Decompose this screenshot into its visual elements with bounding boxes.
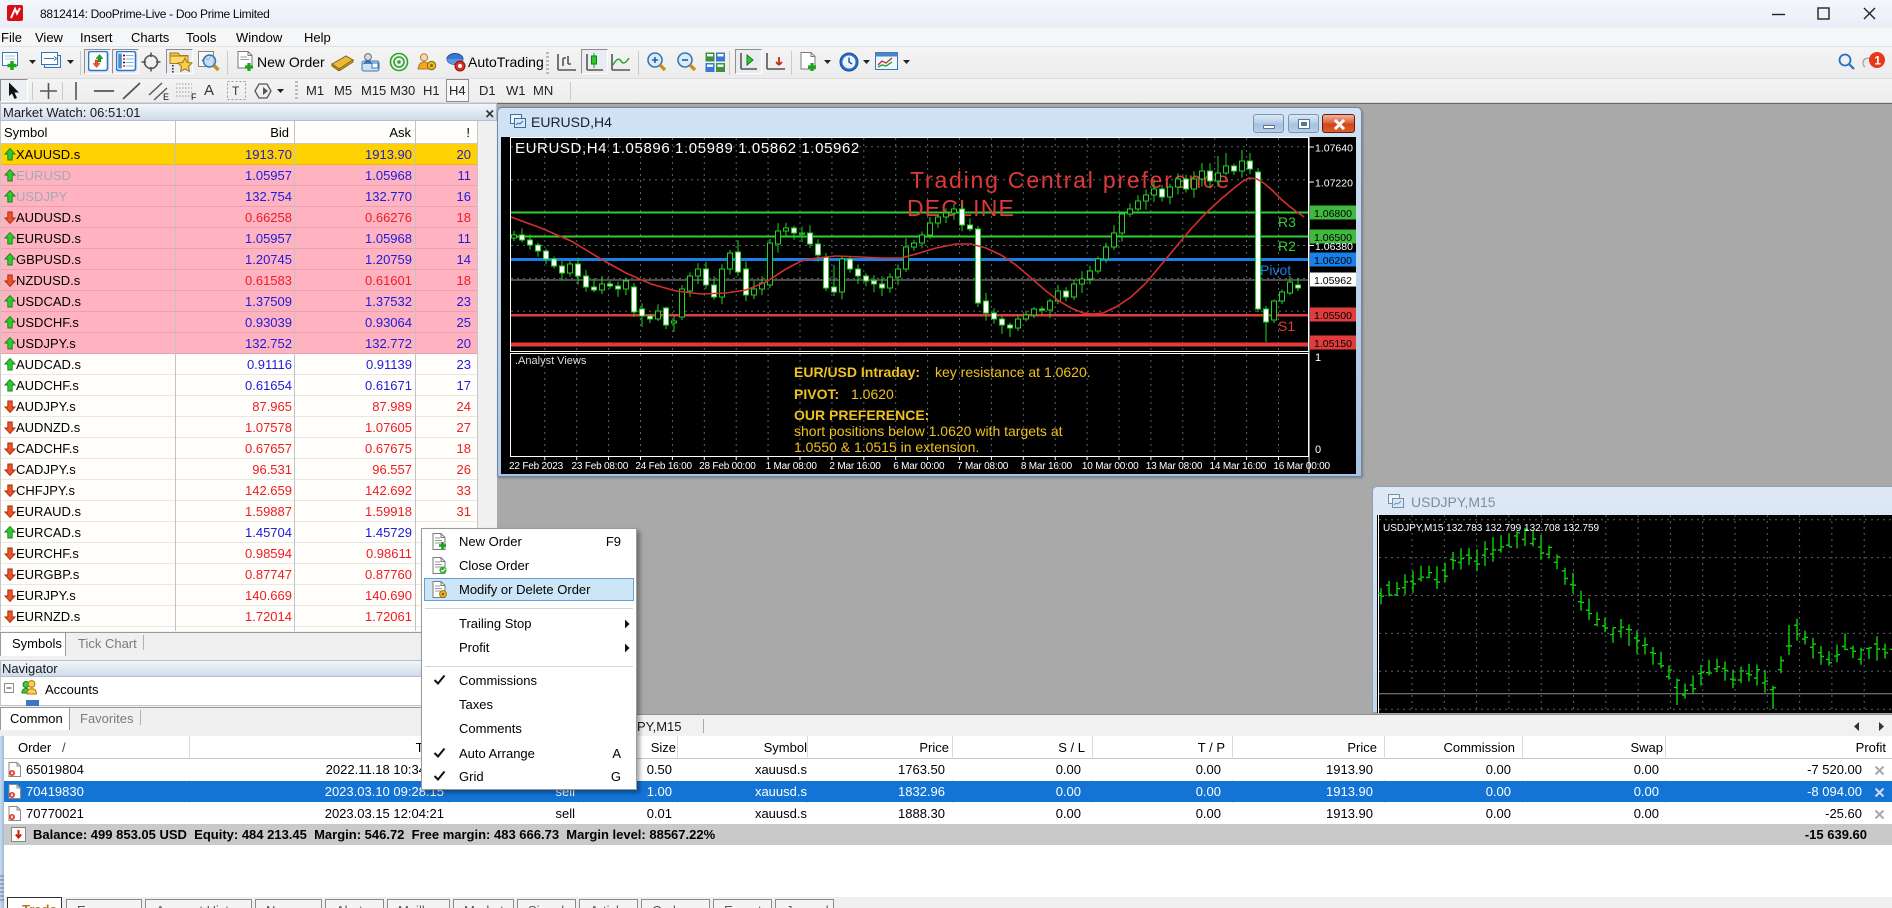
svg-text:1.0620: 1.0620 xyxy=(851,386,894,402)
svg-text:.Analyst Views: .Analyst Views xyxy=(515,355,587,367)
svg-text:1.05962: 1.05962 xyxy=(1314,275,1352,287)
svg-text:S1: S1 xyxy=(1278,318,1295,334)
svg-text:R3: R3 xyxy=(1278,214,1296,230)
svg-text:E: E xyxy=(163,92,169,101)
svg-text:1.06800: 1.06800 xyxy=(1314,208,1352,220)
svg-text:1: 1 xyxy=(1315,352,1321,364)
svg-text:2 Mar 16:00: 2 Mar 16:00 xyxy=(829,461,881,472)
svg-text:13 Mar 08:00: 13 Mar 08:00 xyxy=(1146,461,1203,472)
svg-text:16 Mar 00:00: 16 Mar 00:00 xyxy=(1273,461,1330,472)
svg-text:23 Feb 08:00: 23 Feb 08:00 xyxy=(572,461,629,472)
svg-text:T: T xyxy=(232,84,240,98)
svg-text:1.05150: 1.05150 xyxy=(1314,338,1352,350)
svg-text:EURUSD,H4 1.05896 1.05989 1.0: EURUSD,H4 1.05896 1.05989 1.05862 1.0596… xyxy=(515,140,860,157)
svg-text:1.0550 & 1.0515 in extension.: 1.0550 & 1.0515 in extension. xyxy=(794,439,979,455)
svg-text:key resistance at 1.0620.: key resistance at 1.0620. xyxy=(935,364,1091,380)
svg-text:EUR/USD Intraday:: EUR/USD Intraday: xyxy=(794,364,920,380)
svg-text:PIVOT:: PIVOT: xyxy=(794,386,839,402)
svg-text:USDJPY,M15 132.783 132.799 13: USDJPY,M15 132.783 132.799 132.708 132.7… xyxy=(1383,523,1600,534)
svg-text:1.06200: 1.06200 xyxy=(1314,255,1352,267)
svg-text:OUR PREFERENCE:: OUR PREFERENCE: xyxy=(794,407,929,423)
svg-text:14 Mar 16:00: 14 Mar 16:00 xyxy=(1210,461,1267,472)
svg-text:28 Feb 00:00: 28 Feb 00:00 xyxy=(699,461,756,472)
svg-text:R2: R2 xyxy=(1278,238,1296,254)
svg-text:Trading Central preference: Trading Central preference xyxy=(910,167,1231,193)
svg-text:10 Mar 00:00: 10 Mar 00:00 xyxy=(1082,461,1139,472)
svg-text:1.07220: 1.07220 xyxy=(1315,178,1353,190)
svg-text:8 Mar 16:00: 8 Mar 16:00 xyxy=(1021,461,1073,472)
svg-text:F: F xyxy=(191,92,197,101)
svg-text:22 Feb 2023: 22 Feb 2023 xyxy=(509,461,564,472)
svg-text:1.06380: 1.06380 xyxy=(1315,241,1353,253)
svg-text:1.05500: 1.05500 xyxy=(1314,310,1352,322)
svg-text:Pivot: Pivot xyxy=(1260,262,1291,278)
svg-text:6 Mar 00:00: 6 Mar 00:00 xyxy=(893,461,945,472)
svg-text:0: 0 xyxy=(1315,444,1321,456)
svg-text:1.07640: 1.07640 xyxy=(1315,143,1353,155)
svg-text:24 Feb 16:00: 24 Feb 16:00 xyxy=(635,461,692,472)
svg-text:1 Mar 08:00: 1 Mar 08:00 xyxy=(766,461,818,472)
svg-text:7 Mar 08:00: 7 Mar 08:00 xyxy=(957,461,1009,472)
svg-text:1: 1 xyxy=(1874,54,1881,68)
svg-text:short positions below 1.0620 w: short positions below 1.0620 with target… xyxy=(794,423,1063,439)
